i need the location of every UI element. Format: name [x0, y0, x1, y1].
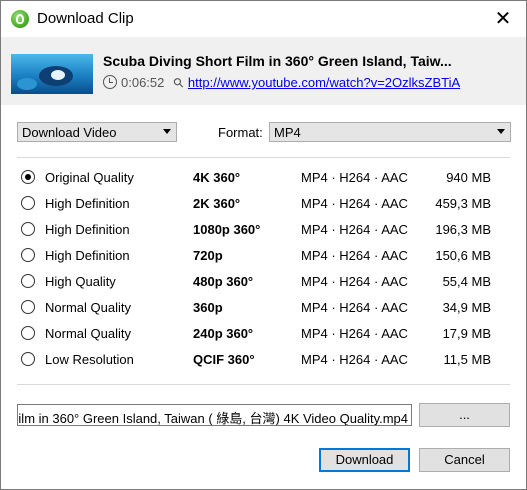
quality-resolution: 4K 360° — [193, 170, 241, 185]
format-label: Format: — [218, 125, 263, 140]
quality-size: 34,9 MB — [442, 300, 491, 315]
close-button[interactable]: ✕ — [480, 1, 526, 37]
format-value: MP4 — [274, 125, 301, 140]
quality-name: Low Resolution — [45, 352, 134, 367]
quality-codec: MP4 · H264 · AAC — [301, 248, 408, 263]
quality-option[interactable]: High Definition 2K 360° MP4 · H264 · AAC 45… — [21, 193, 491, 215]
download-type-select[interactable]: Download Video — [17, 122, 177, 142]
output-filename-value: Scuba Diving Short Film in 360° Green Is… — [18, 411, 408, 426]
radio-button[interactable] — [21, 196, 35, 210]
divider — [17, 157, 510, 158]
chevron-down-icon — [497, 129, 505, 134]
quality-size: 196,3 MB — [435, 222, 491, 237]
radio-button[interactable] — [21, 170, 35, 184]
radio-button[interactable] — [21, 300, 35, 314]
quality-name: High Definition — [45, 248, 130, 263]
quality-name: Normal Quality — [45, 300, 131, 315]
quality-resolution: 1080p 360° — [193, 222, 261, 237]
radio-button[interactable] — [21, 326, 35, 340]
format-select[interactable]: MP4 — [269, 122, 511, 142]
quality-option[interactable]: Original Quality 4K 360° MP4 · H264 · AAC 9… — [21, 167, 491, 189]
quality-resolution: 240p 360° — [193, 326, 254, 341]
quality-resolution: 480p 360° — [193, 274, 254, 289]
quality-size: 17,9 MB — [442, 326, 491, 341]
video-title: Scuba Diving Short Film in 360° Green Is… — [103, 53, 452, 69]
radio-button[interactable] — [21, 248, 35, 262]
quality-size: 940 MB — [446, 170, 491, 185]
quality-option[interactable]: High Definition 720p MP4 · H264 · AAC 150,6… — [21, 245, 491, 267]
clock-icon — [103, 75, 117, 89]
output-filename-field[interactable]: Scuba Diving Short Film in 360° Green Is… — [17, 404, 412, 426]
quality-name: Original Quality — [45, 170, 134, 185]
video-info-panel — [1, 37, 526, 105]
quality-codec: MP4 · H264 · AAC — [301, 326, 408, 341]
quality-option[interactable]: Normal Quality 360p MP4 · H264 · AAC 34,9 M… — [21, 297, 491, 319]
quality-size: 11,5 MB — [443, 352, 491, 367]
quality-codec: MP4 · H264 · AAC — [301, 196, 408, 211]
download-type-value: Download Video — [22, 125, 117, 140]
video-url-link[interactable]: http://www.youtube.com/watch?v=2OzlksZBT… — [188, 75, 460, 90]
quality-resolution: 720p — [193, 248, 223, 263]
video-thumbnail — [11, 54, 93, 94]
quality-option[interactable]: High Quality 480p 360° MP4 · H264 · AAC 55,… — [21, 271, 491, 293]
chevron-down-icon — [163, 129, 171, 134]
quality-size: 150,6 MB — [435, 248, 491, 263]
quality-option[interactable]: High Definition 1080p 360° MP4 · H264 · AA… — [21, 219, 491, 241]
quality-name: High Quality — [45, 274, 116, 289]
download-clip-dialog: Download Clip ✕ Scuba Diving Short Film … — [0, 0, 527, 490]
quality-resolution: 360p — [193, 300, 223, 315]
quality-resolution: QCIF 360° — [193, 352, 255, 367]
divider — [17, 384, 510, 385]
quality-name: High Definition — [45, 196, 130, 211]
app-logo-icon — [11, 10, 29, 28]
browse-button[interactable]: ... — [419, 403, 510, 427]
download-button[interactable]: Download — [319, 448, 410, 472]
quality-codec: MP4 · H264 · AAC — [301, 300, 408, 315]
cancel-button[interactable]: Cancel — [419, 448, 510, 472]
quality-resolution: 2K 360° — [193, 196, 241, 211]
quality-size: 55,4 MB — [442, 274, 491, 289]
quality-codec: MP4 · H264 · AAC — [301, 274, 408, 289]
quality-option[interactable]: Low Resolution QCIF 360° MP4 · H264 · AAC 1… — [21, 349, 491, 371]
quality-name: Normal Quality — [45, 326, 131, 341]
quality-option[interactable]: Normal Quality 240p 360° MP4 · H264 · AAC 1… — [21, 323, 491, 345]
title-bar: Download Clip ✕ — [1, 1, 526, 37]
quality-codec: MP4 · H264 · AAC — [301, 352, 408, 367]
video-meta: 0:06:52 ⚲http://www.youtube.com/watch?v=2… — [103, 73, 460, 93]
radio-button[interactable] — [21, 274, 35, 288]
quality-codec: MP4 · H264 · AAC — [301, 222, 408, 237]
window-title: Download Clip — [37, 10, 134, 27]
quality-size: 459,3 MB — [435, 196, 491, 211]
video-duration: 0:06:52 — [121, 75, 165, 90]
radio-button[interactable] — [21, 352, 35, 366]
quality-name: High Definition — [45, 222, 130, 237]
radio-button[interactable] — [21, 222, 35, 236]
quality-codec: MP4 · H264 · AAC — [301, 170, 408, 185]
link-icon: ⚲ — [170, 73, 188, 92]
